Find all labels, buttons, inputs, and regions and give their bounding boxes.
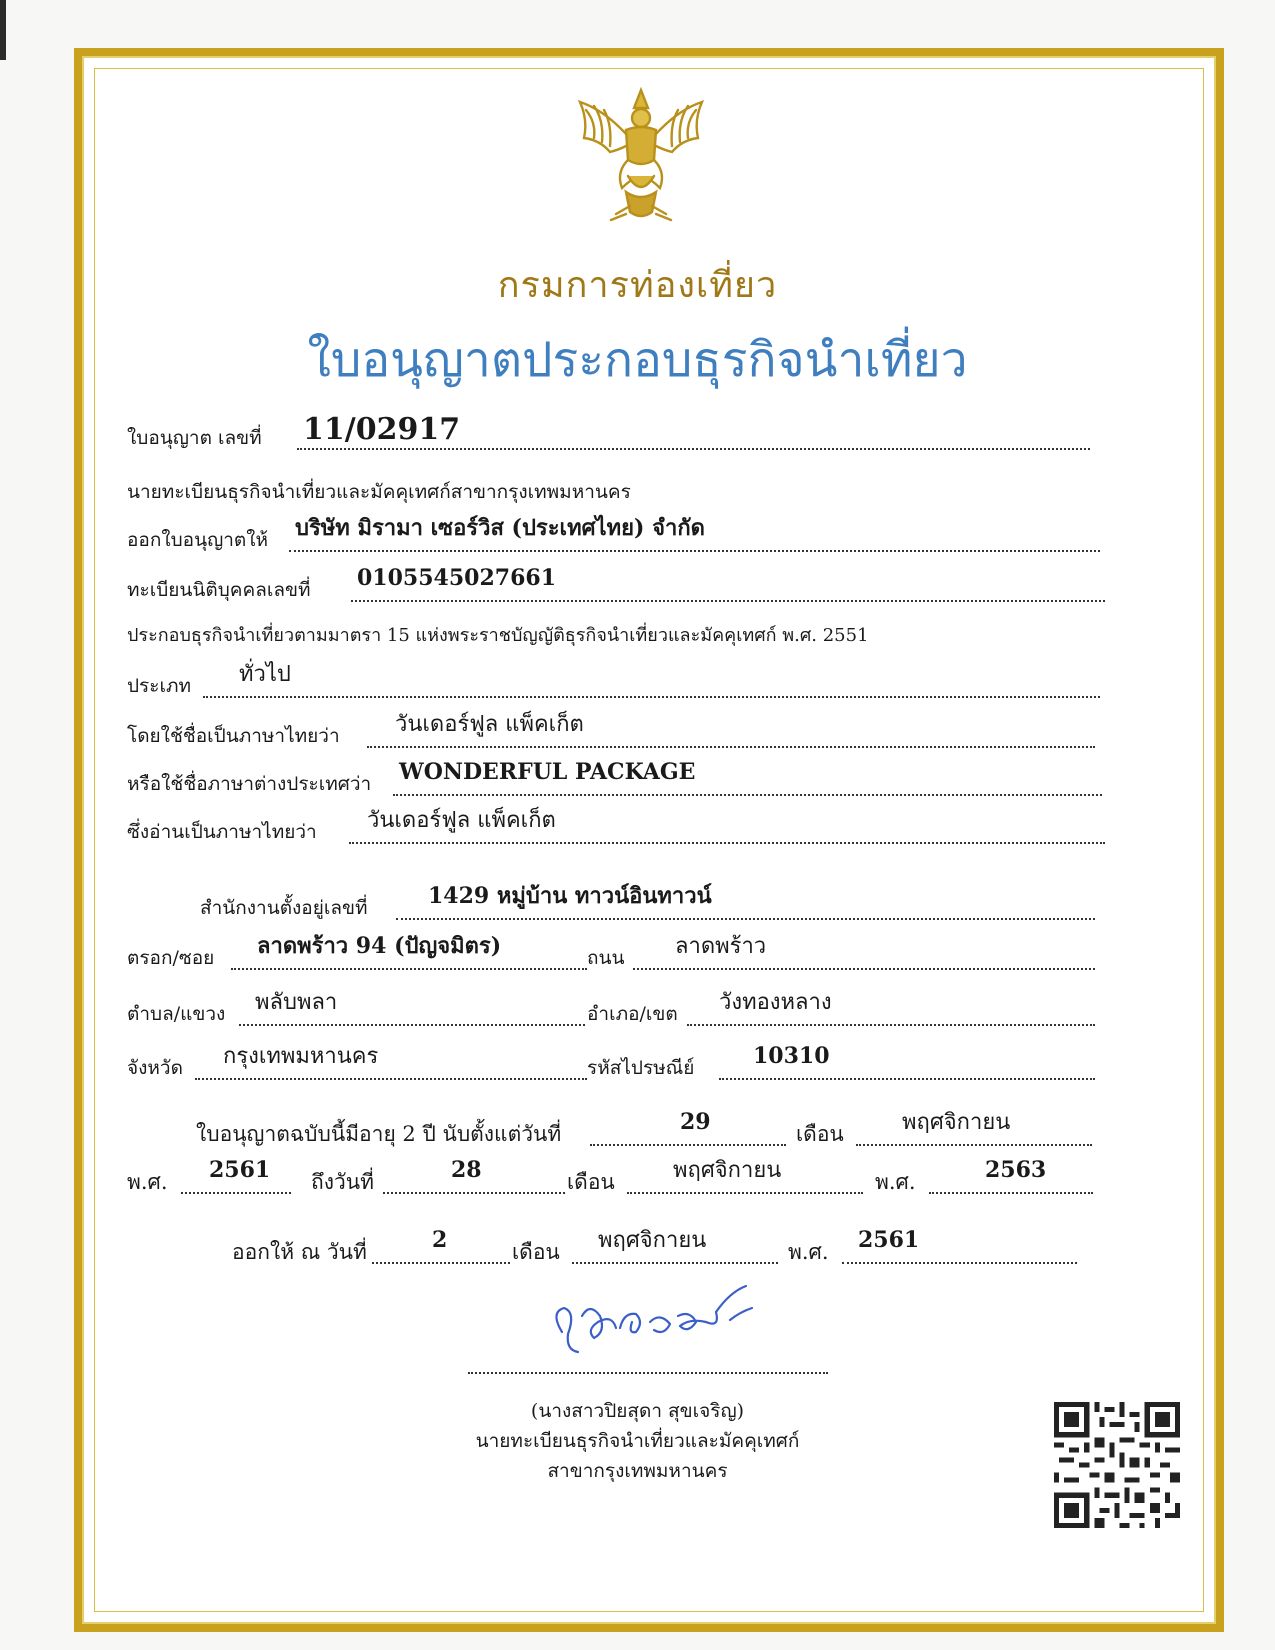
license-number-label: ใบอนุญาต เลขที่	[127, 427, 262, 449]
road-field: ลาดพร้าว	[633, 934, 1095, 970]
validity-row-2: พ.ศ. 2561 ถึงวันที่ 28 เดือน พฤศจิกายน พ…	[127, 1157, 1093, 1196]
issued-year-value: 2561	[858, 1227, 920, 1253]
district-field: วังทองหลาง	[687, 990, 1095, 1026]
from-year-value: 2561	[209, 1157, 271, 1183]
foreign-name-row: หรือใช้ชื่อภาษาต่างประเทศว่า WONDERFUL P…	[127, 759, 1102, 798]
subdistrict-field: พลับพลา	[239, 990, 585, 1026]
type-label: ประเภท	[127, 675, 192, 697]
department-name: กรมการท่องเที่ยว	[497, 265, 778, 306]
license-number-row: ใบอนุญาต เลขที่ 11/02917	[127, 415, 1090, 452]
office-row: สำนักงานตั้งอยู่เลขที่ 1429 หมู่บ้าน ทาว…	[200, 883, 1095, 922]
to-year-field: 2563	[929, 1157, 1093, 1194]
from-month-field: พฤศจิกายน	[856, 1110, 1092, 1146]
garuda-emblem-icon	[577, 86, 705, 222]
province-field: กรุงเทพมหานคร	[195, 1044, 587, 1080]
document-title: ใบอนุญาตประกอบธุรกิจนำเที่ยว	[307, 332, 968, 388]
issued-date-row: ออกให้ ณ วันที่ 2 เดือน พฤศจิกายน พ.ศ. 2…	[232, 1227, 1077, 1266]
reading-row: ซึ่งอ่านเป็นภาษาไทยว่า วันเดอร์ฟูล แพ็คเ…	[127, 808, 1105, 846]
to-day-field: 28	[383, 1157, 565, 1194]
to-month-value: พฤศจิกายน	[673, 1158, 782, 1183]
validity-row-1: ใบอนุญาตฉบับนี้มีอายุ 2 ปี นับตั้งแต่วัน…	[196, 1109, 1092, 1148]
soi-value: ลาดพร้าว 94 (ปัญจมิตร)	[257, 933, 502, 959]
foreign-name-value: WONDERFUL PACKAGE	[399, 759, 696, 785]
office-field: 1429 หมู่บ้าน ทาวน์อินทาวน์	[396, 883, 1095, 920]
registrar-signature	[555, 1284, 754, 1354]
road-label: ถนน	[587, 947, 625, 969]
office-label: สำนักงานตั้งอยู่เลขที่	[200, 897, 368, 919]
province-value: กรุงเทพมหานคร	[223, 1044, 379, 1069]
reading-field: วันเดอร์ฟูล แพ็คเก็ต	[349, 808, 1105, 844]
issued-month-label: เดือน	[512, 1240, 560, 1264]
thai-name-row: โดยใช้ชื่อเป็นภาษาไทยว่า วันเดอร์ฟูล แพ็…	[127, 712, 1095, 750]
subdistrict-district-row: ตำบล/แขวง พลับพลา อำเภอ/เขต วังทองหลาง	[127, 990, 1095, 1028]
issued-to-field: บริษัท มิรามา เซอร์วิส (ประเทศไทย) จำกัด	[289, 515, 1100, 552]
postal-field: 10310	[719, 1043, 1095, 1080]
issued-date-label: ออกให้ ณ วันที่	[232, 1240, 367, 1264]
reading-value: วันเดอร์ฟูล แพ็คเก็ต	[367, 808, 556, 833]
district-label: อำเภอ/เขต	[587, 1003, 678, 1025]
to-day-value: 28	[451, 1157, 482, 1183]
office-value: 1429 หมู่บ้าน ทาวน์อินทาวน์	[428, 883, 712, 909]
issued-month-value: พฤศจิกายน	[598, 1228, 707, 1253]
from-month-value: พฤศจิกายน	[902, 1110, 1011, 1135]
issued-day-value: 2	[432, 1227, 448, 1253]
soi-field: ลาดพร้าว 94 (ปัญจมิตร)	[231, 933, 587, 970]
issued-month-field: พฤศจิกายน	[572, 1228, 778, 1264]
soi-road-row: ตรอก/ซอย ลาดพร้าว 94 (ปัญจมิตร) ถนน ลาดพ…	[127, 933, 1095, 972]
issued-to-row: ออกใบอนุญาตให้ บริษัท มิรามา เซอร์วิส (ป…	[127, 515, 1100, 554]
issued-to-label: ออกใบอนุญาตให้	[127, 529, 269, 551]
license-number-field: 11/02917	[297, 415, 1090, 450]
road-value: ลาดพร้าว	[675, 934, 767, 959]
foreign-name-field: WONDERFUL PACKAGE	[393, 759, 1102, 796]
subdistrict-label: ตำบล/แขวง	[127, 1003, 226, 1025]
soi-label: ตรอก/ซอย	[127, 947, 215, 969]
act-line: ประกอบธุรกิจนำเที่ยวตามมาตรา 15 แห่งพระร…	[127, 625, 869, 646]
registrar-line: นายทะเบียนธุรกิจนำเที่ยวและมัคคุเทศก์สาข…	[127, 481, 631, 503]
foreign-name-label: หรือใช้ชื่อภาษาต่างประเทศว่า	[127, 773, 372, 795]
district-value: วังทองหลาง	[719, 990, 832, 1015]
from-day-value: 29	[680, 1109, 711, 1135]
juristic-field: 0105545027661	[351, 565, 1105, 602]
issued-day-field: 2	[372, 1227, 510, 1264]
thai-name-field: วันเดอร์ฟูล แพ็คเก็ต	[367, 712, 1095, 748]
type-value: ทั่วไป	[239, 662, 291, 687]
signature-line	[468, 1372, 828, 1374]
scan-edge-mark	[0, 0, 6, 60]
to-label: ถึงวันที่	[311, 1170, 374, 1194]
to-month-label: เดือน	[567, 1170, 615, 1194]
postal-label: รหัสไปรษณีย์	[587, 1057, 695, 1079]
license-number-value: 11/02917	[303, 412, 461, 447]
type-row: ประเภท ทั่วไป	[127, 662, 1100, 700]
from-month-label: เดือน	[796, 1122, 844, 1146]
thai-name-value: วันเดอร์ฟูล แพ็คเก็ต	[395, 712, 584, 737]
issued-year-field: 2561	[842, 1227, 1077, 1264]
juristic-value: 0105545027661	[357, 565, 556, 591]
to-month-field: พฤศจิกายน	[627, 1158, 863, 1194]
province-postal-row: จังหวัด กรุงเทพมหานคร รหัสไปรษณีย์ 10310	[127, 1043, 1095, 1082]
from-year-field: 2561	[181, 1157, 291, 1194]
from-be-label: พ.ศ.	[127, 1170, 168, 1194]
qr-code-icon	[1054, 1402, 1180, 1528]
from-day-field: 29	[590, 1109, 786, 1146]
postal-value: 10310	[753, 1043, 830, 1069]
juristic-label: ทะเบียนนิติบุคคลเลขที่	[127, 579, 311, 601]
validity-intro: ใบอนุญาตฉบับนี้มีอายุ 2 ปี นับตั้งแต่วัน…	[196, 1122, 562, 1146]
subdistrict-value: พลับพลา	[255, 990, 338, 1015]
issued-to-value: บริษัท มิรามา เซอร์วิส (ประเทศไทย) จำกัด	[295, 515, 705, 541]
juristic-row: ทะเบียนนิติบุคคลเลขที่ 0105545027661	[127, 565, 1105, 604]
reading-label: ซึ่งอ่านเป็นภาษาไทยว่า	[127, 821, 317, 843]
province-label: จังหวัด	[127, 1057, 183, 1079]
thai-name-label: โดยใช้ชื่อเป็นภาษาไทยว่า	[127, 725, 340, 747]
type-field: ทั่วไป	[203, 662, 1100, 698]
to-year-value: 2563	[985, 1157, 1047, 1183]
to-be-label: พ.ศ.	[875, 1170, 916, 1194]
issued-be-label: พ.ศ.	[788, 1240, 829, 1264]
